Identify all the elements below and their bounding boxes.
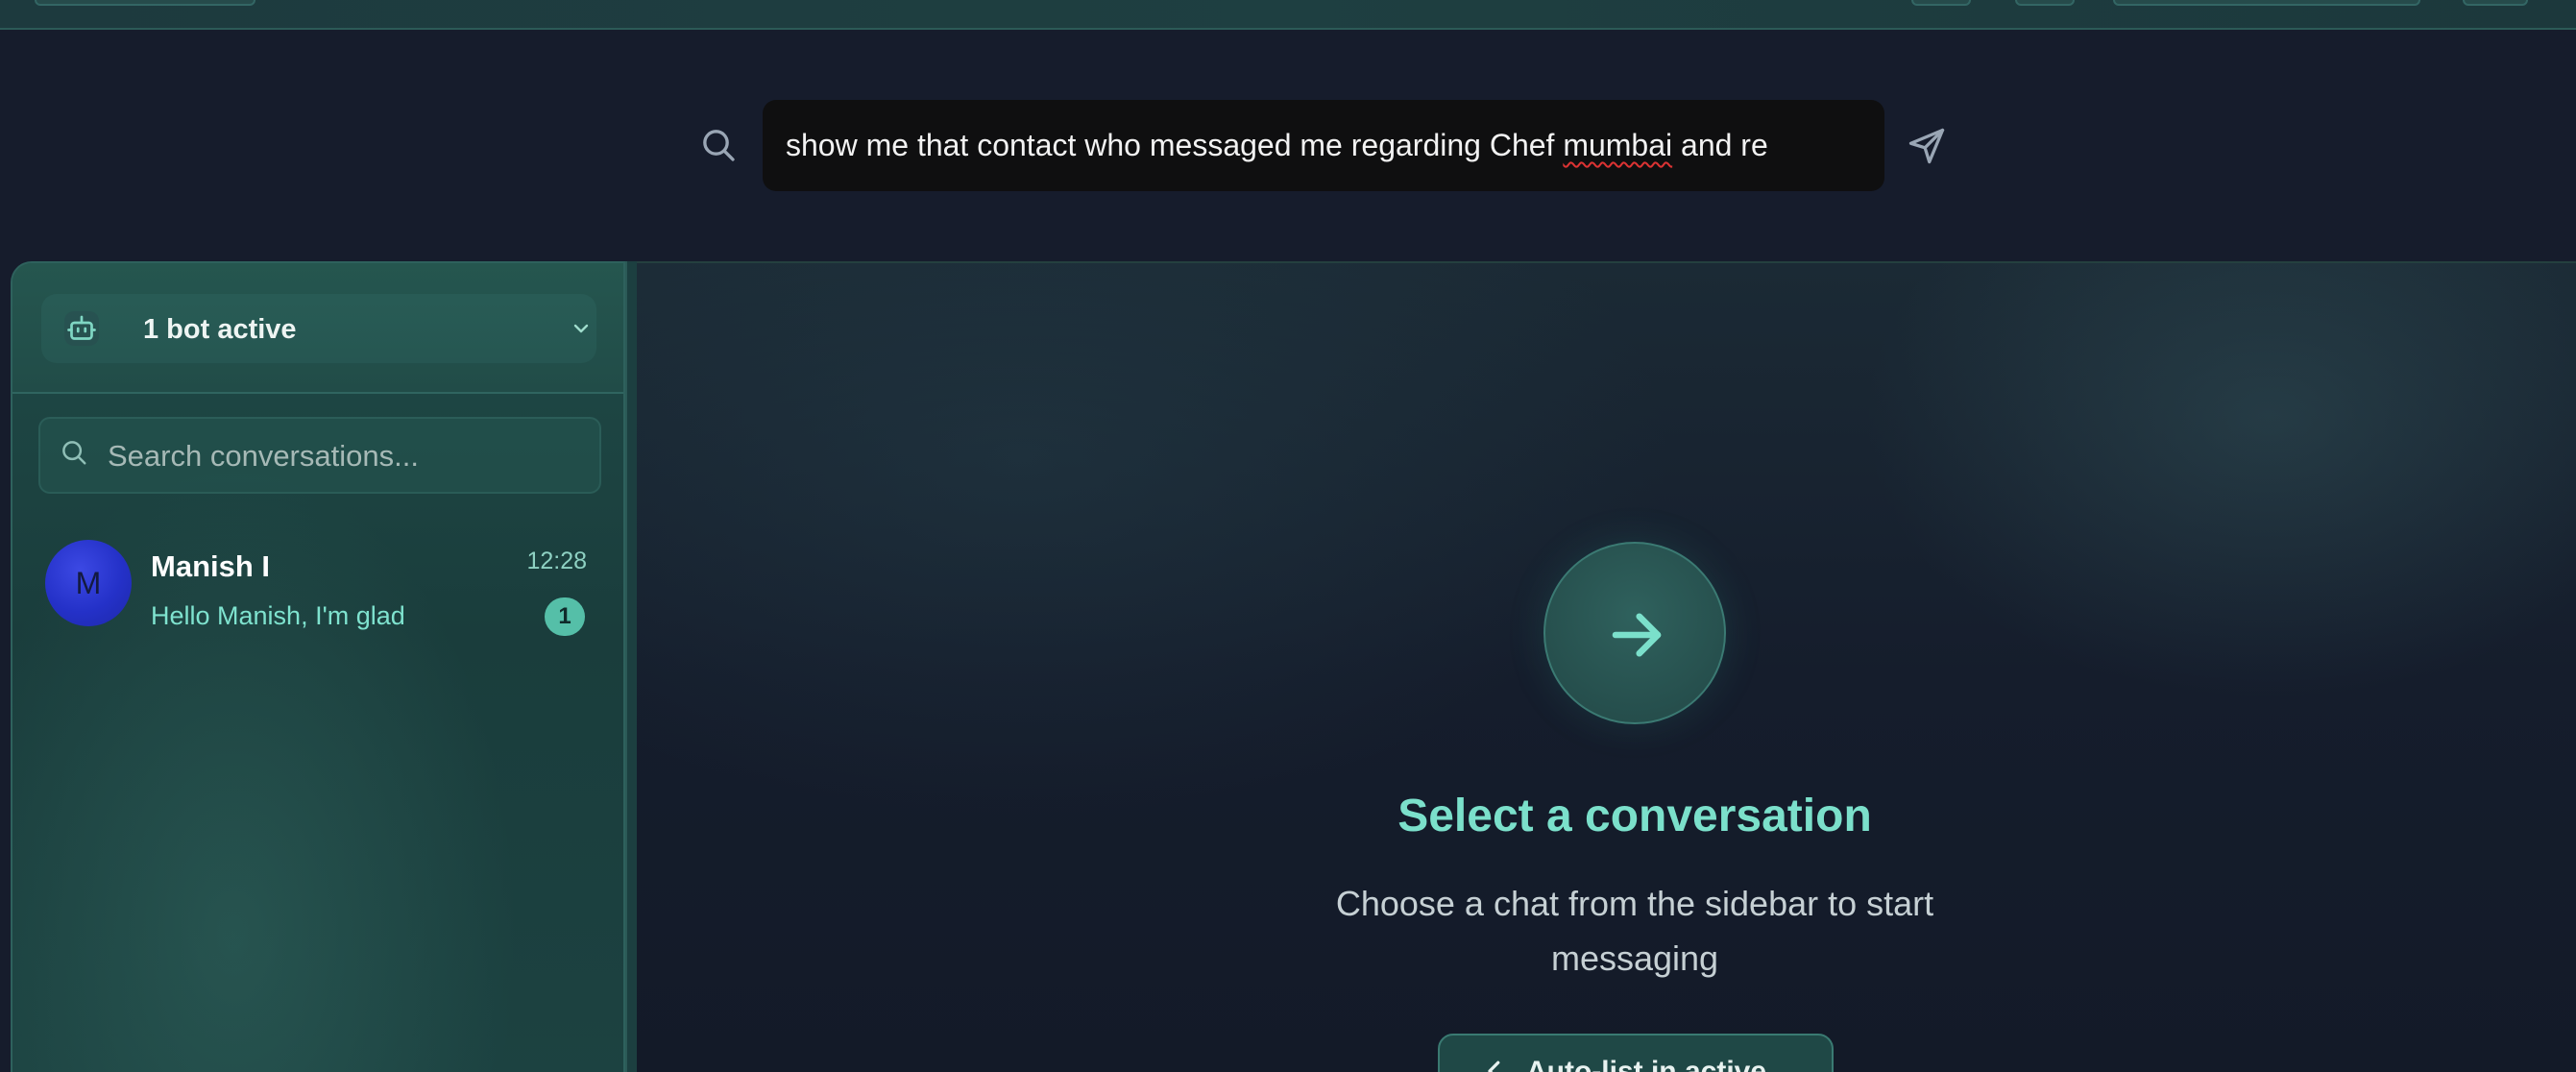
arrow-right-icon xyxy=(1612,613,1662,657)
bot-header: 1 bot active xyxy=(12,263,623,394)
arrow-left-icon xyxy=(1488,1060,1500,1072)
unread-badge: 1 xyxy=(545,597,585,636)
app-root: show me that contact who messaged me reg… xyxy=(0,0,2576,1072)
message-time: 12:28 xyxy=(526,548,587,574)
conversation-item[interactable]: M Manish I 12:28 Hello Manish, I'm glad … xyxy=(26,526,614,642)
empty-state-subtitle: Choose a chat from the sidebar to start … xyxy=(1335,884,1934,978)
command-text-2: and re xyxy=(1672,128,1768,162)
command-text-misspelled: mumbai xyxy=(1563,128,1673,162)
conversation-sidebar: 1 bot active M Manish I 12:28 Hello Mani… xyxy=(11,261,625,1072)
search-icon xyxy=(703,130,735,161)
top-header-bar xyxy=(0,0,2576,30)
send-icon[interactable] xyxy=(1906,125,1948,167)
chevron-down-icon[interactable] xyxy=(570,317,593,340)
conversation-search xyxy=(38,417,601,494)
bot-icon xyxy=(67,315,96,340)
header-button-2[interactable] xyxy=(2015,0,2075,6)
header-tab-left[interactable] xyxy=(35,0,255,6)
message-preview: Hello Manish, I'm glad xyxy=(151,601,405,630)
header-button-4[interactable] xyxy=(2463,0,2528,6)
command-input[interactable]: show me that contact who messaged me reg… xyxy=(763,100,1884,191)
bot-status-label: 1 bot active xyxy=(143,314,297,345)
contact-name: Manish I xyxy=(151,549,271,583)
search-icon xyxy=(62,441,86,465)
chat-main-panel: Select a conversation Choose a chat from… xyxy=(637,261,2576,1072)
header-button-1[interactable] xyxy=(1911,0,1971,6)
search-conversations-input[interactable] xyxy=(106,419,590,494)
empty-state-icon-circle xyxy=(1543,542,1726,724)
bot-selector[interactable]: 1 bot active xyxy=(41,294,596,363)
sidebar-resize-handle[interactable] xyxy=(625,261,637,1072)
avatar: M xyxy=(45,540,132,626)
auto-list-button-label: Auto-list in active xyxy=(1526,1056,1767,1072)
auto-list-button[interactable]: Auto-list in active xyxy=(1438,1034,1834,1072)
empty-state-title: Select a conversation xyxy=(1397,791,1872,841)
header-button-3[interactable] xyxy=(2113,0,2420,6)
command-text-1: show me that contact who messaged me reg… xyxy=(786,128,1564,162)
bot-icon-wrapper xyxy=(64,311,99,346)
